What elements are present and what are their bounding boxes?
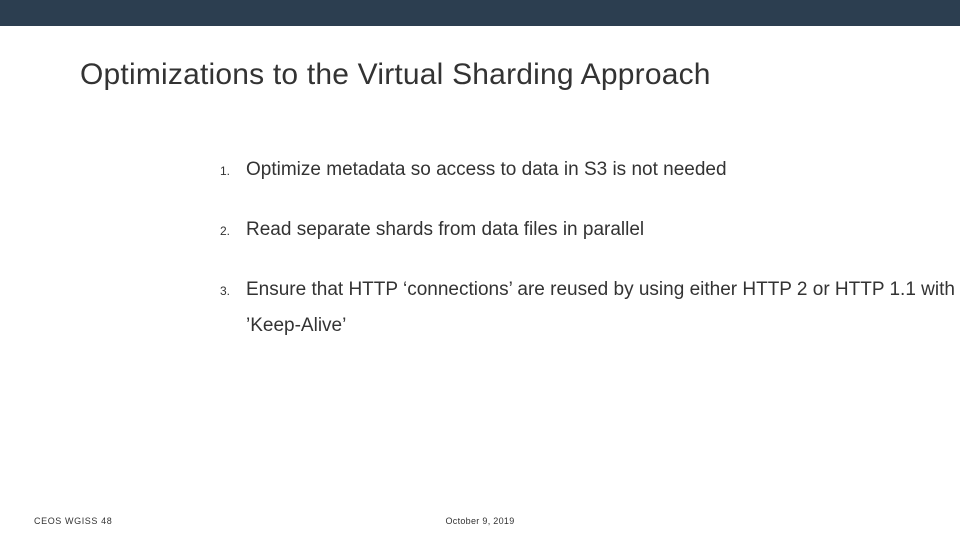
- slide-title: Optimizations to the Virtual Sharding Ap…: [80, 58, 960, 92]
- footer-center-text: October 9, 2019: [445, 516, 514, 526]
- list-item-text: Optimize metadata so access to data in S…: [246, 152, 727, 188]
- slide-content: 1. Optimize metadata so access to data i…: [0, 152, 960, 344]
- list-item-number: 3.: [220, 284, 236, 298]
- list-item-text: Ensure that HTTP ‘connections’ are reuse…: [246, 272, 960, 344]
- list-item-text: Read separate shards from data files in …: [246, 212, 644, 248]
- list-item-number: 1.: [220, 164, 236, 178]
- list-item-number: 2.: [220, 224, 236, 238]
- list-item: 3. Ensure that HTTP ‘connections’ are re…: [220, 272, 960, 344]
- list-item: 2. Read separate shards from data files …: [220, 212, 960, 248]
- top-accent-bar: [0, 0, 960, 26]
- numbered-list: 1. Optimize metadata so access to data i…: [0, 152, 960, 344]
- footer-left-text: CEOS WGISS 48: [34, 516, 112, 526]
- list-item: 1. Optimize metadata so access to data i…: [220, 152, 960, 188]
